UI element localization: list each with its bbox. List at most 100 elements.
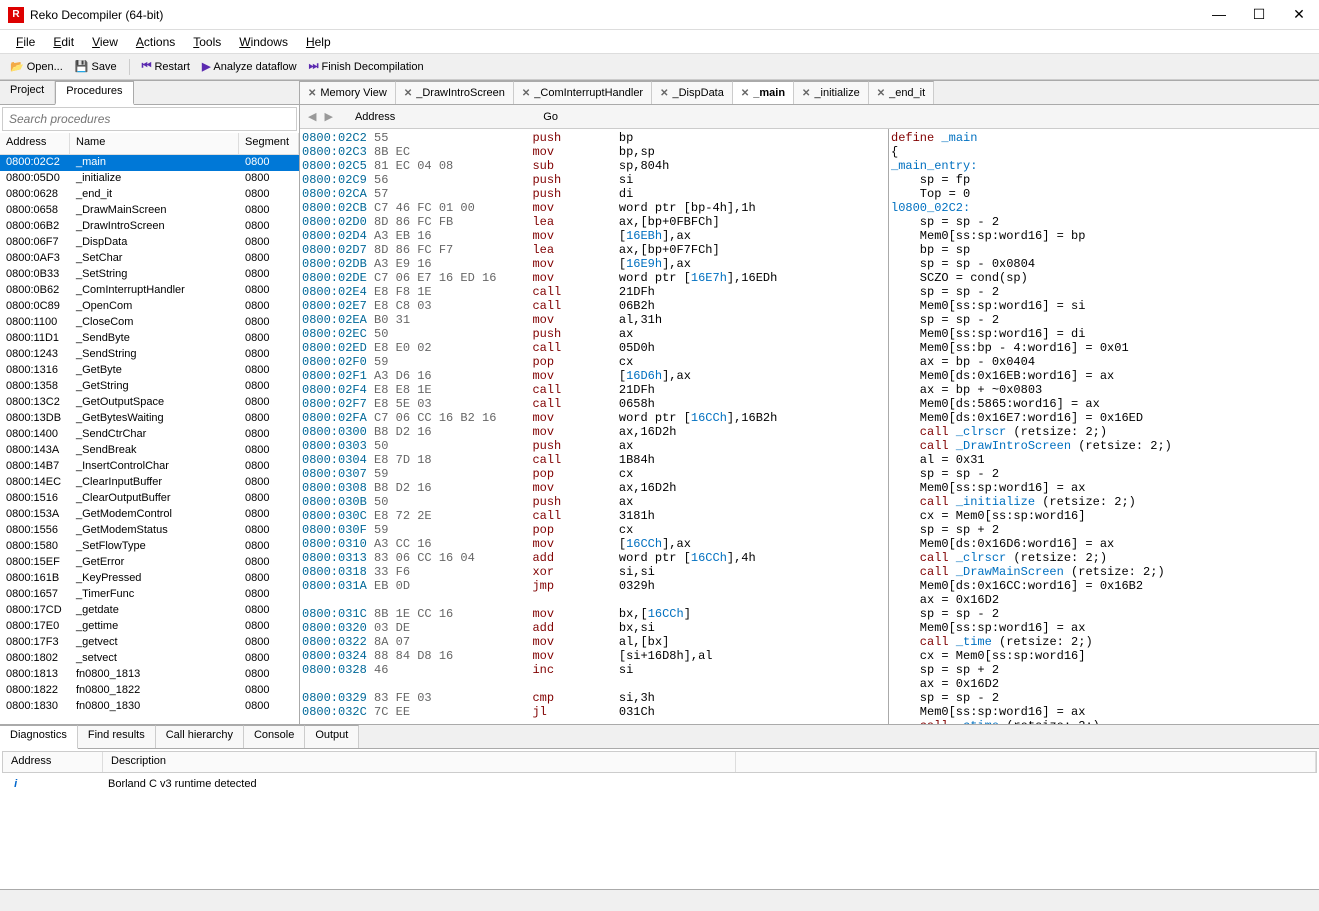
doc-tab[interactable]: ✕_DispData [652,81,733,104]
procedure-row[interactable]: 0800:1316_GetByte0800 [0,363,299,379]
bottom-tab-output[interactable]: Output [305,725,359,748]
diagnostics-list: iBorland C v3 runtime detected [0,775,1319,793]
menu-help[interactable]: Help [298,33,339,51]
procedure-row[interactable]: 0800:153A_GetModemControl0800 [0,507,299,523]
menu-edit[interactable]: Edit [45,33,82,51]
menu-actions[interactable]: Actions [128,33,183,51]
disassembly-panel[interactable]: 0800:02C2 55 push bp0800:02C3 8B EC mov … [300,129,889,724]
finish-icon: ⏭ [309,60,319,73]
procedure-row[interactable]: 0800:15EF_GetError0800 [0,555,299,571]
procedure-row[interactable]: 0800:143A_SendBreak0800 [0,443,299,459]
search-input[interactable] [3,108,296,130]
maximize-button[interactable]: ☐ [1247,6,1271,23]
procedure-row[interactable]: 0800:1516_ClearOutputBuffer0800 [0,491,299,507]
diag-col-address[interactable]: Address [3,752,103,772]
procedure-row[interactable]: 0800:0AF3_SetChar0800 [0,251,299,267]
search-box [2,107,297,131]
doc-tab[interactable]: ✕_end_it [869,81,934,104]
play-icon: ▶ [202,60,210,73]
procedure-row[interactable]: 0800:02C2_main0800 [0,155,299,171]
close-icon[interactable]: ✕ [522,88,530,99]
restart-button[interactable]: ⏮Restart [138,58,194,75]
procedures-tab[interactable]: Procedures [55,81,133,105]
minimize-button[interactable]: — [1207,6,1231,23]
col-address[interactable]: Address [0,133,70,154]
close-icon[interactable]: ✕ [660,88,668,99]
close-icon[interactable]: ✕ [404,88,412,99]
status-bar [0,889,1319,911]
nav-bar: ◀ ▶ Address Go [300,105,1319,129]
finish-button[interactable]: ⏭Finish Decompilation [305,58,428,75]
procedure-row[interactable]: 0800:17F3_getvect0800 [0,635,299,651]
doc-tab[interactable]: ✕_ComInterruptHandler [514,81,652,104]
project-tab[interactable]: Project [0,81,55,104]
bottom-tab-call-hierarchy[interactable]: Call hierarchy [156,725,244,748]
procedure-row[interactable]: 0800:1100_CloseCom0800 [0,315,299,331]
procedure-row[interactable]: 0800:161B_KeyPressed0800 [0,571,299,587]
bottom-tab-find-results[interactable]: Find results [78,725,156,748]
procedure-row[interactable]: 0800:1580_SetFlowType0800 [0,539,299,555]
procedure-row[interactable]: 0800:1802_setvect0800 [0,651,299,667]
procedure-header: Address Name Segment [0,133,299,155]
procedure-row[interactable]: 0800:11D1_SendByte0800 [0,331,299,347]
procedure-row[interactable]: 0800:1657_TimerFunc0800 [0,587,299,603]
procedure-row[interactable]: 0800:0B33_SetString0800 [0,267,299,283]
close-icon[interactable]: ✕ [308,88,316,99]
procedure-row[interactable]: 0800:1358_GetString0800 [0,379,299,395]
procedure-row[interactable]: 0800:0B62_ComInterruptHandler0800 [0,283,299,299]
close-icon[interactable]: ✕ [741,88,749,99]
doc-tab[interactable]: ✕Memory View [300,81,396,104]
procedure-row[interactable]: 0800:17CD_getdate0800 [0,603,299,619]
close-icon[interactable]: ✕ [877,88,885,99]
doc-tab[interactable]: ✕_DrawIntroScreen [396,81,514,104]
forward-icon[interactable]: ▶ [324,110,332,123]
procedure-row[interactable]: 0800:0C89_OpenCom0800 [0,299,299,315]
open-button[interactable]: 📂Open... [6,58,67,75]
procedure-row[interactable]: 0800:0658_DrawMainScreen0800 [0,203,299,219]
diagnostic-row[interactable]: iBorland C v3 runtime detected [0,775,1319,793]
left-tabs: Project Procedures [0,81,299,105]
title-bar: R Reko Decompiler (64-bit) — ☐ ✕ [0,0,1319,30]
procedure-row[interactable]: 0800:14B7_InsertControlChar0800 [0,459,299,475]
address-label: Address [355,111,395,123]
pseudocode-panel[interactable]: define _main{_main_entry: sp = fp Top = … [889,129,1319,724]
procedure-row[interactable]: 0800:13DB_GetBytesWaiting0800 [0,411,299,427]
menu-file[interactable]: File [8,33,43,51]
right-panel: ✕Memory View✕_DrawIntroScreen✕_ComInterr… [300,81,1319,724]
procedure-row[interactable]: 0800:05D0_initialize0800 [0,171,299,187]
toolbar: 📂Open... 💾Save ⏮Restart ▶Analyze dataflo… [0,54,1319,80]
doc-tab[interactable]: ✕_main [733,81,794,105]
col-segment[interactable]: Segment [239,133,299,154]
menu-tools[interactable]: Tools [185,33,229,51]
bottom-tab-console[interactable]: Console [244,725,305,748]
procedure-row[interactable]: 0800:1830fn0800_18300800 [0,699,299,715]
procedure-row[interactable]: 0800:1400_SendCtrChar0800 [0,427,299,443]
procedure-row[interactable]: 0800:1822fn0800_18220800 [0,683,299,699]
separator [129,59,130,75]
procedure-row[interactable]: 0800:1813fn0800_18130800 [0,667,299,683]
procedure-row[interactable]: 0800:1243_SendString0800 [0,347,299,363]
bottom-panel: DiagnosticsFind resultsCall hierarchyCon… [0,724,1319,889]
col-name[interactable]: Name [70,133,239,154]
procedure-row[interactable]: 0800:1556_GetModemStatus0800 [0,523,299,539]
close-button[interactable]: ✕ [1287,6,1311,23]
procedure-row[interactable]: 0800:0628_end_it0800 [0,187,299,203]
menu-windows[interactable]: Windows [231,33,296,51]
menu-view[interactable]: View [84,33,126,51]
analyze-button[interactable]: ▶Analyze dataflow [198,58,301,75]
procedure-row[interactable]: 0800:06F7_DispData0800 [0,235,299,251]
close-icon[interactable]: ✕ [802,88,810,99]
go-label[interactable]: Go [543,111,558,123]
save-button[interactable]: 💾Save [71,58,121,75]
procedure-row[interactable]: 0800:17E0_gettime0800 [0,619,299,635]
procedure-row[interactable]: 0800:06B2_DrawIntroScreen0800 [0,219,299,235]
diag-col-description[interactable]: Description [103,752,736,772]
doc-tab[interactable]: ✕_initialize [794,81,869,104]
procedure-row[interactable]: 0800:14EC_ClearInputBuffer0800 [0,475,299,491]
procedure-row[interactable]: 0800:13C2_GetOutputSpace0800 [0,395,299,411]
save-icon: 💾 [75,60,89,73]
bottom-tab-diagnostics[interactable]: Diagnostics [0,725,78,749]
doc-tabs: ✕Memory View✕_DrawIntroScreen✕_ComInterr… [300,81,1319,105]
diagnostics-header: Address Description [2,751,1317,773]
back-icon[interactable]: ◀ [308,110,316,123]
